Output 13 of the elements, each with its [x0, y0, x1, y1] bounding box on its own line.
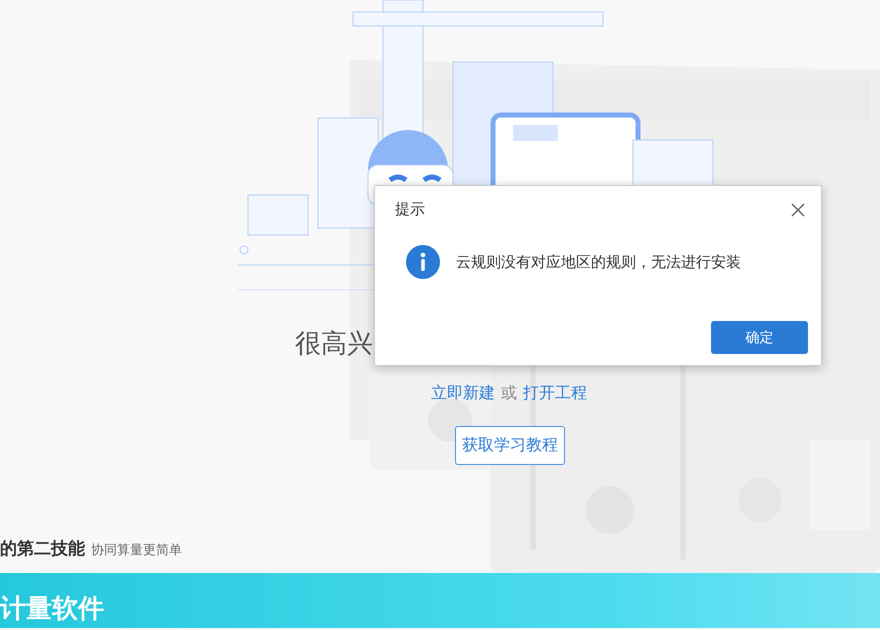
- confirm-button[interactable]: 确定: [711, 321, 808, 354]
- feature-subtitle: 协同算量更简单: [91, 542, 182, 559]
- info-icon: [406, 245, 440, 279]
- dialog-title: 提示: [395, 200, 425, 219]
- new-project-link[interactable]: 立即新建: [431, 383, 495, 404]
- open-project-link[interactable]: 打开工程: [523, 383, 587, 404]
- feature-title: 的第二技能: [0, 538, 85, 560]
- dialog-message: 云规则没有对应地区的规则，无法进行安装: [456, 252, 741, 272]
- separator-text: 或: [501, 383, 517, 404]
- banner-title: 计量软件: [0, 593, 104, 626]
- close-icon[interactable]: [791, 202, 805, 216]
- welcome-heading: 很高兴: [295, 328, 374, 361]
- tutorial-button[interactable]: 获取学习教程: [455, 426, 565, 465]
